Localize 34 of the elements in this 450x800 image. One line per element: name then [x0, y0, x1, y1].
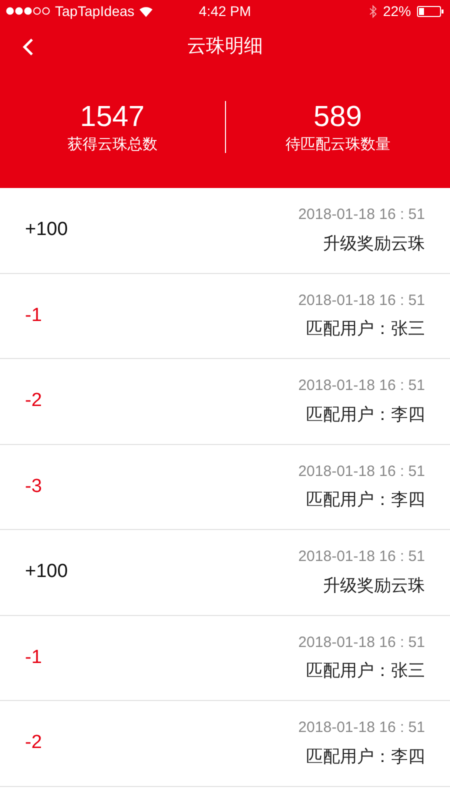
record-description: 匹配用户：张三: [306, 318, 425, 340]
record-time: 2018-01-18 16 : 51: [298, 290, 425, 311]
record-description: 升级奖励云珠: [323, 232, 425, 255]
back-icon: [22, 38, 34, 56]
record-time: 2018-01-18 16 : 51: [298, 632, 425, 653]
record-time: 2018-01-18 16 : 51: [298, 547, 425, 568]
amount-text: -3: [25, 474, 43, 498]
stat-value: 1547: [80, 100, 144, 135]
record-time: 2018-01-18 16 : 51: [298, 462, 425, 482]
battery-percent: 22%: [382, 2, 411, 20]
stat-label: 待匹配云珠数量: [285, 135, 390, 155]
stat-label: 获得云珠总数: [67, 135, 158, 155]
amount-text: +100: [25, 218, 69, 242]
record-description: 匹配用户：李四: [306, 404, 425, 426]
battery-icon: [417, 6, 444, 16]
record-description: 升级奖励云珠: [323, 574, 425, 597]
record-description: 匹配用户：李四: [306, 489, 425, 512]
signal-icon: [6, 7, 50, 15]
bluetooth-icon: [368, 4, 377, 18]
clock-text: 4:42 PM: [198, 2, 252, 20]
page-title: 云珠明细: [187, 34, 263, 59]
wifi-icon: [139, 6, 154, 16]
amount-text: -1: [25, 646, 43, 670]
record-description: 匹配用户：李四: [306, 746, 425, 768]
amount-text: -2: [25, 731, 43, 755]
record-time: 2018-01-18 16 : 51: [298, 205, 425, 226]
record-time: 2018-01-18 16 : 51: [298, 376, 425, 396]
stat-value: 589: [314, 100, 362, 135]
amount-text: -2: [25, 389, 43, 413]
record-description: 匹配用户：张三: [306, 660, 425, 682]
amount-text: -1: [25, 304, 43, 328]
amount-text: +100: [25, 560, 69, 584]
record-time: 2018-01-18 16 : 51: [298, 718, 425, 738]
carrier-text: TapTapIdeas: [55, 2, 134, 21]
